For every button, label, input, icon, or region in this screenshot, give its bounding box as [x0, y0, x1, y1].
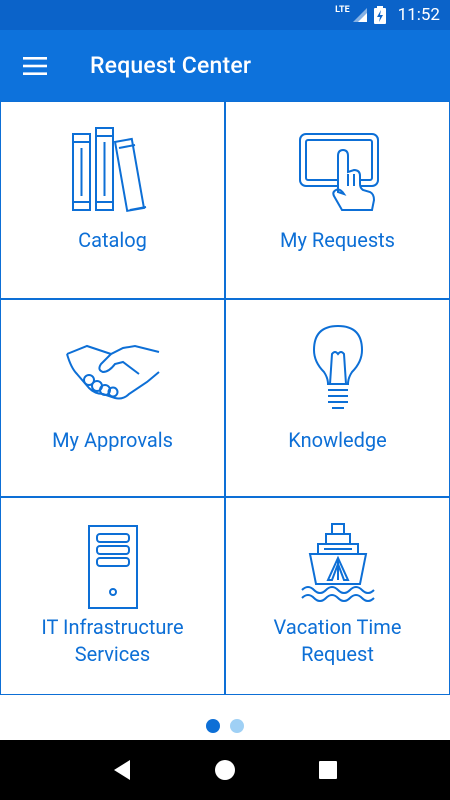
hamburger-menu-icon: [23, 56, 47, 75]
tile-my-requests[interactable]: My Requests: [225, 101, 450, 299]
books-icon: [71, 127, 146, 213]
tile-label: My Requests: [280, 228, 395, 252]
battery-charging-icon: [373, 6, 386, 24]
tile-my-approvals[interactable]: My Approvals: [0, 299, 225, 497]
home-icon: [214, 760, 235, 780]
page-indicator: [0, 712, 450, 740]
handshake-icon: [65, 344, 160, 400]
tile-label: IT Infrastructure Services: [41, 615, 184, 666]
tile-label: Catalog: [78, 228, 147, 252]
home-button[interactable]: [205, 750, 245, 790]
signal-icon: [352, 8, 367, 22]
back-icon: [113, 760, 130, 780]
tile-label: Vacation Time Request: [273, 615, 402, 666]
app-bar: Request Center: [0, 30, 450, 101]
recents-icon: [319, 761, 338, 779]
tile-label: My Approvals: [52, 428, 173, 452]
page-dot-2[interactable]: [230, 719, 244, 733]
tile-label: Knowledge: [288, 428, 387, 452]
tile-vacation-time-request[interactable]: Vacation Time Request: [225, 497, 450, 695]
menu-button[interactable]: [0, 30, 70, 101]
network-type: LTE: [335, 5, 350, 15]
tile-knowledge[interactable]: Knowledge: [225, 299, 450, 497]
request-center-grid: Catalog My Requests My Approvals Knowled…: [0, 101, 450, 697]
lightbulb-icon: [312, 324, 363, 409]
tile-catalog[interactable]: Catalog: [0, 101, 225, 299]
recents-button[interactable]: [308, 750, 348, 790]
ship-icon: [300, 523, 375, 602]
server-tower-icon: [87, 525, 138, 609]
page-title: Request Center: [90, 52, 252, 79]
back-button[interactable]: [102, 750, 142, 790]
system-nav-bar: [0, 740, 450, 800]
tablet-touch-icon: [298, 133, 379, 211]
status-bar: LTE 11:52: [0, 0, 450, 30]
page-dot-1[interactable]: [206, 719, 220, 733]
clock: 11:52: [397, 5, 440, 25]
tile-it-infrastructure-services[interactable]: IT Infrastructure Services: [0, 497, 225, 695]
